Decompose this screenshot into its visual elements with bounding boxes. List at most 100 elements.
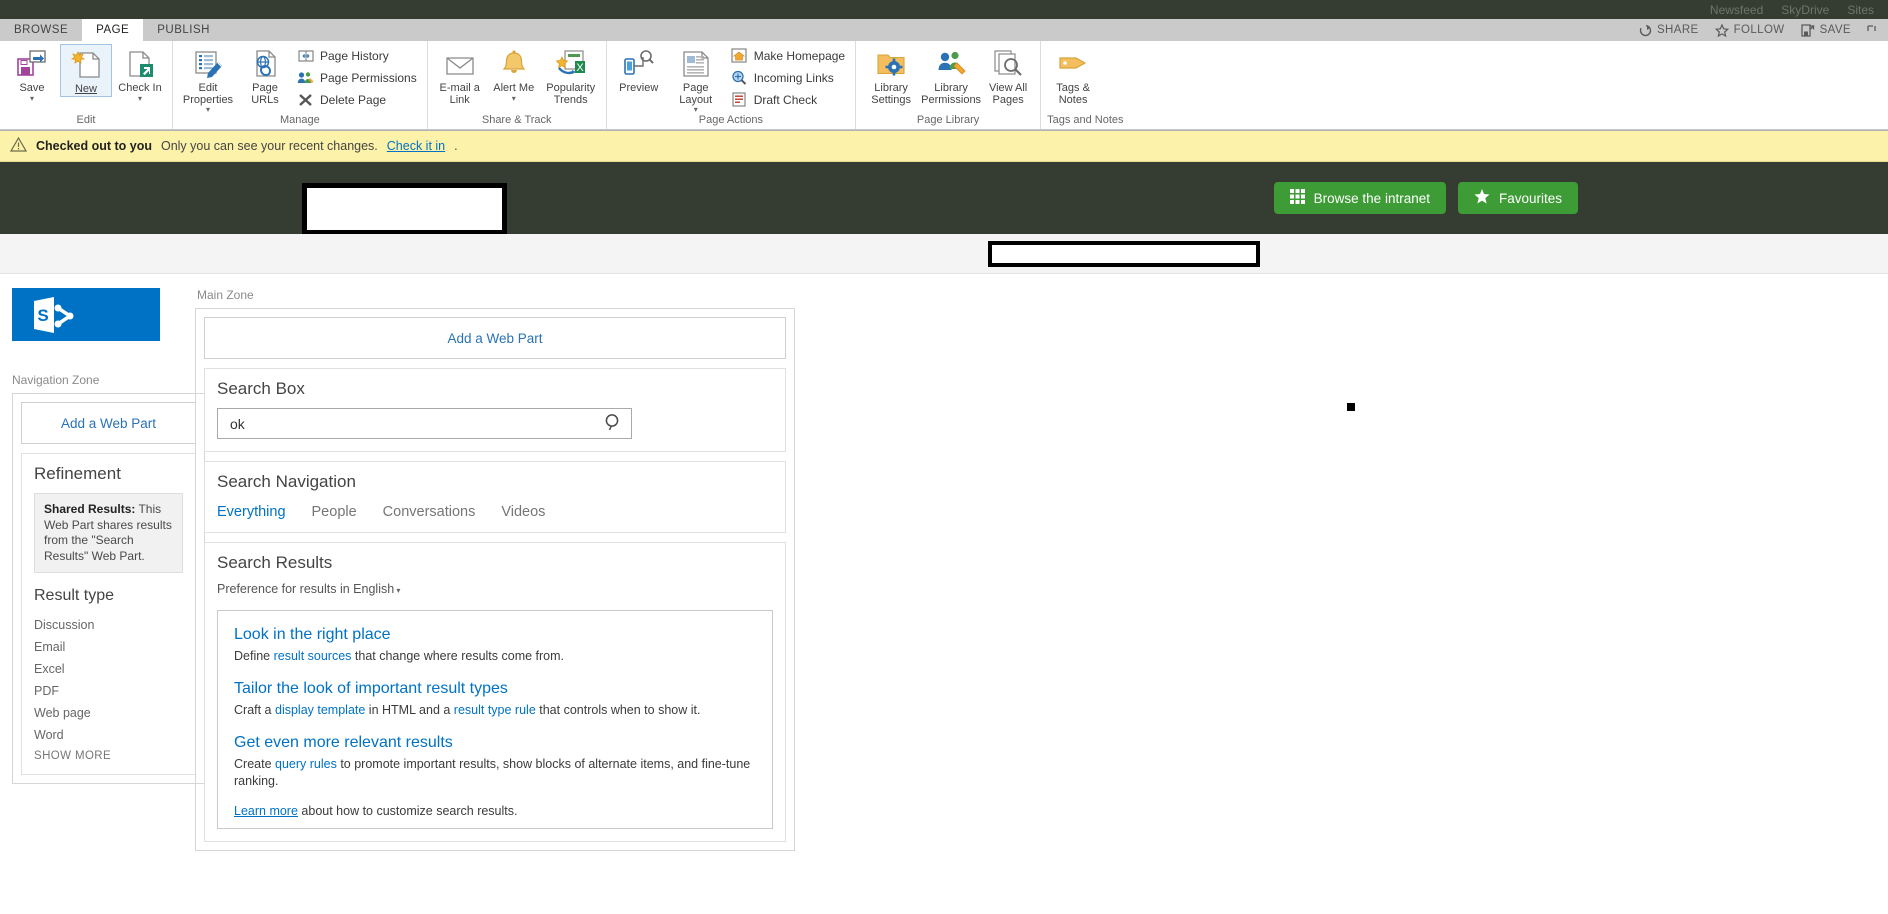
ribbon-view-all-pages-command[interactable]: View All Pages xyxy=(982,44,1034,106)
chevron-down-icon[interactable]: ▾ xyxy=(138,94,142,102)
suite-actions: SHARE FOLLOW SAVE xyxy=(1639,19,1880,41)
learn-more-row: Learn more about how to customize search… xyxy=(234,804,756,818)
learn-more-link[interactable]: Learn more xyxy=(234,804,298,818)
search-icon[interactable] xyxy=(604,413,623,435)
refiner-pdf[interactable]: PDF xyxy=(34,680,183,702)
favourites-button[interactable]: Favourites xyxy=(1457,182,1578,214)
suite-link[interactable]: Newsfeed xyxy=(1710,3,1763,17)
result-sources-link[interactable]: result sources xyxy=(274,649,352,663)
ribbon-tags-notes-command[interactable]: Tags & Notes xyxy=(1047,44,1099,106)
ribbon-incoming-links-command[interactable]: Incoming Links xyxy=(727,68,849,87)
save-button[interactable]: SAVE xyxy=(1800,23,1851,37)
ribbon-preview-command[interactable]: Preview xyxy=(613,44,665,95)
ribbon-page-layout-command[interactable]: Page Layout ▾ xyxy=(667,44,725,114)
main-zone: Add a Web Part Search Box Search Navigat… xyxy=(195,308,795,851)
collapse-ribbon-icon[interactable] xyxy=(1867,23,1880,38)
tip-title[interactable]: Get even more relevant results xyxy=(234,733,756,753)
tip-description: Craft a display template in HTML and a r… xyxy=(234,702,756,719)
search-tab-videos[interactable]: Videos xyxy=(501,504,545,520)
ribbon-library-permissions-command[interactable]: Library Permissions xyxy=(921,44,981,106)
tab-browse[interactable]: BROWSE xyxy=(0,19,82,41)
refinement-webpart: Refinement Shared Results: This Web Part… xyxy=(21,453,196,775)
ribbon-email-link-command[interactable]: E-mail a Link xyxy=(434,44,486,106)
tip-text: that controls when to show it. xyxy=(535,703,701,717)
save-icon xyxy=(1800,23,1815,37)
refiner-excel[interactable]: Excel xyxy=(34,658,183,680)
nav-placeholder-box[interactable] xyxy=(988,241,1260,267)
suite-bar: Newsfeed SkyDrive Sites xyxy=(0,0,1888,19)
suite-link[interactable]: Sites xyxy=(1847,3,1874,17)
ribbon-new-command[interactable]: New xyxy=(60,44,112,97)
browse-intranet-label: Browse the intranet xyxy=(1313,190,1430,206)
ribbon-group-page-library: Library Settings Library Permissions Vie… xyxy=(856,41,1042,129)
star-icon xyxy=(1714,23,1729,37)
ribbon-incoming-links-label: Incoming Links xyxy=(753,70,834,85)
chevron-down-icon[interactable]: ▾ xyxy=(30,94,34,102)
tip-title[interactable]: Tailor the look of important result type… xyxy=(234,679,756,699)
tip-title[interactable]: Look in the right place xyxy=(234,625,756,645)
ribbon-page-history-command[interactable]: Page History xyxy=(293,46,421,65)
search-box-title: Search Box xyxy=(217,379,305,398)
tip-text: Craft a xyxy=(234,703,275,717)
language-preference-dropdown[interactable]: Preference for results in English ▾ xyxy=(217,582,773,596)
query-rules-link[interactable]: query rules xyxy=(275,757,337,771)
ribbon-alert-me-command[interactable]: Alert Me ▾ xyxy=(488,44,540,102)
svg-text:X: X xyxy=(576,62,584,74)
refiner-discussion[interactable]: Discussion xyxy=(34,614,183,636)
tab-page[interactable]: PAGE xyxy=(82,19,144,41)
ribbon-page-permissions-command[interactable]: Page Permissions xyxy=(293,68,421,87)
search-results-title: Search Results xyxy=(217,553,333,572)
show-more-refiners[interactable]: SHOW MORE xyxy=(34,746,183,762)
search-field[interactable] xyxy=(217,408,632,439)
ribbon-page-urls-command[interactable]: Page URLs xyxy=(239,44,291,106)
ribbon-group-page-actions: Preview Page Layout ▾ Make Homepage Inco… xyxy=(607,41,857,129)
ribbon-draft-check-command[interactable]: Draft Check xyxy=(727,90,849,109)
ribbon-view-all-pages-label: View All Pages xyxy=(988,82,1028,106)
ribbon-delete-page-command[interactable]: Delete Page xyxy=(293,90,421,109)
add-webpart-main-zone[interactable]: Add a Web Part xyxy=(204,317,786,359)
ribbon-make-homepage-command[interactable]: Make Homepage xyxy=(727,46,849,65)
browse-intranet-button[interactable]: Browse the intranet xyxy=(1273,182,1446,214)
tab-publish[interactable]: PUBLISH xyxy=(143,19,224,41)
chevron-down-icon[interactable]: ▾ xyxy=(694,106,698,114)
result-type-rule-link[interactable]: result type rule xyxy=(454,703,536,717)
ribbon-edit-properties-command[interactable]: Edit Properties ▾ xyxy=(179,44,237,114)
site-header: Browse the intranet Favourites xyxy=(0,162,1888,235)
ribbon-group-label: Edit xyxy=(76,114,96,126)
follow-button[interactable]: FOLLOW xyxy=(1714,23,1785,37)
ribbon-library-settings-command[interactable]: Library Settings xyxy=(862,44,920,106)
page-urls-icon xyxy=(249,48,281,80)
tip-description: Define result sources that change where … xyxy=(234,648,756,665)
share-button[interactable]: SHARE xyxy=(1639,24,1699,37)
search-box-webpart: Search Box xyxy=(204,368,786,452)
suite-link[interactable]: SkyDrive xyxy=(1781,3,1829,17)
chevron-down-icon[interactable]: ▾ xyxy=(512,94,516,102)
ribbon-popularity-trends-command[interactable]: X Popularity Trends xyxy=(542,44,600,106)
add-webpart-navigation-zone[interactable]: Add a Web Part xyxy=(21,402,196,444)
ribbon-group-share-track: E-mail a Link Alert Me ▾ X Popularity Tr… xyxy=(428,41,607,129)
ribbon-checkin-command[interactable]: Check In ▾ xyxy=(114,44,166,102)
refiner-email[interactable]: Email xyxy=(34,636,183,658)
page-body: S Navigation Zone Add a Web Part Refinem… xyxy=(0,274,1888,851)
refiner-web-page[interactable]: Web page xyxy=(34,702,183,724)
ribbon-tab-strip: BROWSE PAGE PUBLISH SHARE FOLLOW SAVE xyxy=(0,19,1888,41)
ribbon: BROWSE PAGE PUBLISH SHARE FOLLOW SAVE Sa… xyxy=(0,19,1888,131)
suite-nav-links[interactable]: Newsfeed SkyDrive Sites xyxy=(1710,3,1874,17)
ribbon-save-command[interactable]: Save ▾ xyxy=(6,44,58,102)
warning-icon xyxy=(9,136,28,155)
check-it-in-link[interactable]: Check it in xyxy=(387,139,445,153)
search-tab-conversations[interactable]: Conversations xyxy=(383,504,476,520)
search-navigation-title: Search Navigation xyxy=(217,472,356,491)
search-input[interactable] xyxy=(228,414,604,433)
refiner-word[interactable]: Word xyxy=(34,724,183,746)
search-tab-people[interactable]: People xyxy=(312,504,357,520)
display-template-link[interactable]: display template xyxy=(275,703,365,717)
ribbon-tags-notes-label: Tags & Notes xyxy=(1056,82,1090,106)
tip-text: that change where results come from. xyxy=(351,649,565,663)
search-tab-everything[interactable]: Everything xyxy=(217,504,286,520)
edit-properties-icon xyxy=(192,48,224,80)
logo-placeholder-box[interactable] xyxy=(302,183,507,235)
tip-result-sources: Look in the right place Define result so… xyxy=(234,625,756,665)
chevron-down-icon[interactable]: ▾ xyxy=(206,106,210,114)
email-link-icon xyxy=(444,48,476,80)
